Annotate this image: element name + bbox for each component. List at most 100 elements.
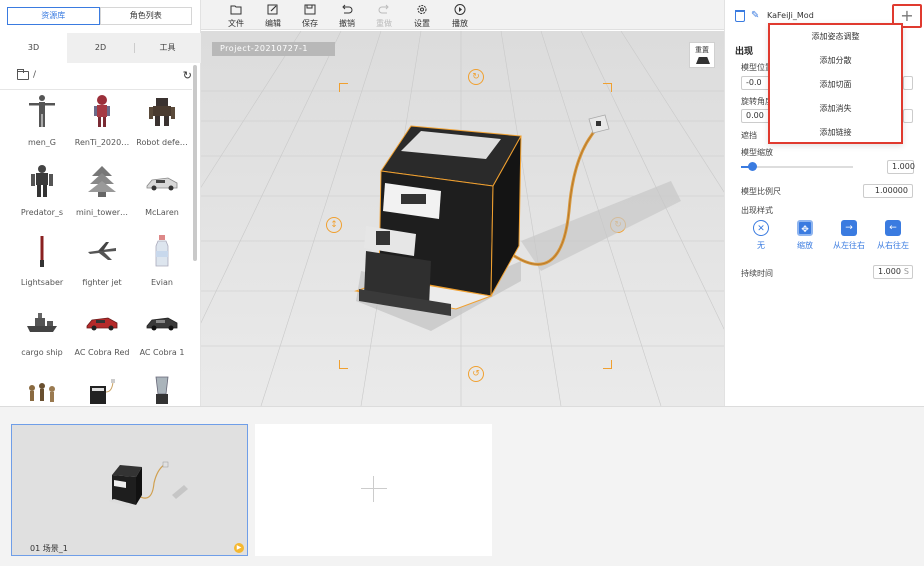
- coffee-machine-model-icon: [90, 379, 115, 404]
- save-button[interactable]: 保存: [296, 4, 324, 28]
- scene-label: 01 场景_1: [30, 544, 68, 553]
- resource-panel: 资源库 角色列表 3D 2D 工具 / ↻ men_G RenTi_2020… …: [0, 0, 201, 406]
- scale-icon: ✥: [797, 220, 813, 236]
- position-z-input[interactable]: [903, 76, 913, 90]
- section-title-appear: 出现: [735, 47, 754, 57]
- predator-model-icon: [31, 165, 53, 197]
- folder-icon: [230, 5, 242, 15]
- model-item[interactable]: men_G: [14, 92, 70, 158]
- folder-path-row: / ↻: [17, 69, 192, 84]
- redo-button[interactable]: 重做: [370, 4, 398, 28]
- 3d-viewport[interactable]: Project-20210727-1 重置 ↻ ↕ ↻ ↺: [201, 31, 724, 406]
- scale-slider-knob[interactable]: [748, 162, 757, 171]
- edit-button[interactable]: 编辑: [259, 4, 287, 28]
- tower-model-icon: [88, 166, 116, 197]
- save-icon: [304, 4, 316, 15]
- position-x-input[interactable]: -0.0: [741, 76, 771, 90]
- add-scene-card[interactable]: [255, 424, 492, 556]
- undo-label: 撤销: [339, 19, 355, 28]
- refresh-icon[interactable]: ↻: [183, 69, 192, 82]
- blender-model-icon: [155, 376, 169, 404]
- model-label: Evian: [151, 278, 173, 287]
- model-label: men_G: [28, 138, 56, 147]
- scale-slider-track[interactable]: [741, 166, 853, 168]
- model-item[interactable]: AC Cobra Red: [74, 302, 130, 368]
- save-label: 保存: [302, 19, 318, 28]
- appear-style-label: 出现样式: [741, 206, 773, 215]
- jet-model-icon: [88, 242, 116, 260]
- ship-model-icon: [27, 313, 57, 332]
- settings-button[interactable]: 设置: [408, 4, 436, 28]
- model-item[interactable]: AC Cobra 1: [134, 302, 190, 368]
- model-label: AC Cobra Red: [74, 348, 130, 357]
- edit-label: 编辑: [265, 19, 281, 28]
- resource-type-tabs: 3D 2D 工具: [0, 33, 201, 63]
- undo-icon: [342, 4, 353, 14]
- pencil-icon[interactable]: ✎: [751, 10, 759, 21]
- model-item[interactable]: mini_tower…: [74, 162, 130, 228]
- folder-icon[interactable]: [17, 69, 29, 80]
- play-icon: [454, 4, 466, 15]
- model-item[interactable]: McLaren: [134, 162, 190, 228]
- rotation-x-input[interactable]: 0.00: [741, 109, 771, 123]
- model-item[interactable]: Lightsaber: [14, 232, 70, 298]
- figurines-model-icon: [29, 383, 55, 402]
- arrow-right-icon: →: [841, 220, 857, 236]
- panel-top-tabs: 资源库 角色列表: [7, 7, 192, 25]
- model-label: Robot defe…: [136, 138, 188, 147]
- model-item[interactable]: Evian: [134, 232, 190, 298]
- style-label: 缩放: [797, 241, 813, 250]
- model-label: McLaren: [145, 208, 179, 217]
- model-item[interactable]: cargo ship: [14, 302, 70, 368]
- none-icon: ✕: [753, 220, 769, 236]
- duration-value: 1.000: [878, 267, 901, 276]
- scene-strip: 01 场景_1 ▶: [0, 406, 924, 566]
- model-item[interactable]: [134, 372, 190, 404]
- menu-item-add-scatter[interactable]: 添加分散: [770, 49, 901, 73]
- tab-character-list[interactable]: 角色列表: [99, 7, 192, 25]
- model-scale-label: 模型缩放: [741, 148, 773, 157]
- coffee-machine-model[interactable]: [201, 31, 724, 406]
- duration-input[interactable]: 1.000 S: [873, 265, 913, 279]
- scrollbar[interactable]: [193, 65, 197, 261]
- menu-item-add-section[interactable]: 添加切面: [770, 73, 901, 97]
- model-item[interactable]: fighter jet: [74, 232, 130, 298]
- file-button[interactable]: 文件: [222, 4, 250, 28]
- scene-play-icon[interactable]: ▶: [234, 543, 244, 553]
- model-item[interactable]: Robot defe…: [134, 92, 190, 158]
- tab-resource-library[interactable]: 资源库: [7, 7, 100, 25]
- menu-item-add-link[interactable]: 添加链接: [770, 121, 901, 145]
- style-label: 无: [757, 241, 765, 250]
- tab-tools[interactable]: 工具: [134, 33, 201, 63]
- tab-3d[interactable]: 3D: [0, 33, 67, 63]
- model-item[interactable]: RenTi_2020…: [74, 92, 130, 158]
- main-toolbar: 文件 编辑 保存 撤销 重做 设置 播放: [201, 0, 724, 30]
- model-grid: men_G RenTi_2020… Robot defe… Predator_s…: [14, 92, 190, 404]
- plus-icon: [361, 476, 387, 502]
- menu-item-add-pose[interactable]: 添加姿态调整: [770, 25, 901, 49]
- car-model-icon: [146, 317, 178, 331]
- scene-thumbnail: [108, 461, 188, 507]
- tab-2d[interactable]: 2D: [67, 33, 134, 63]
- object-header: ✎ KaFeiJi_Mod: [735, 10, 915, 24]
- scene-card[interactable]: 01 场景_1 ▶: [11, 424, 248, 556]
- rotation-z-input[interactable]: [903, 109, 913, 123]
- model-label: RenTi_2020…: [74, 138, 130, 147]
- divider: [0, 89, 192, 90]
- menu-item-add-disappear[interactable]: 添加消失: [770, 97, 901, 121]
- occlusion-label: 遮挡: [741, 131, 757, 140]
- model-item[interactable]: [14, 372, 70, 404]
- model-item[interactable]: Predator_s: [14, 162, 70, 228]
- scale-input[interactable]: 1.000: [887, 160, 915, 174]
- duration-label: 持续时间: [741, 269, 773, 278]
- bottle-model-icon: [155, 235, 169, 267]
- undo-button[interactable]: 撤销: [333, 4, 361, 28]
- model-item[interactable]: [74, 372, 130, 404]
- play-button[interactable]: 播放: [446, 4, 474, 28]
- trash-icon[interactable]: [735, 10, 745, 22]
- model-ratio-label: 模型比例尺: [741, 187, 781, 196]
- style-label: 从右往左: [877, 241, 909, 250]
- model-label: cargo ship: [21, 348, 63, 357]
- ratio-input[interactable]: 1.00000: [863, 184, 913, 198]
- folder-path: /: [33, 70, 37, 80]
